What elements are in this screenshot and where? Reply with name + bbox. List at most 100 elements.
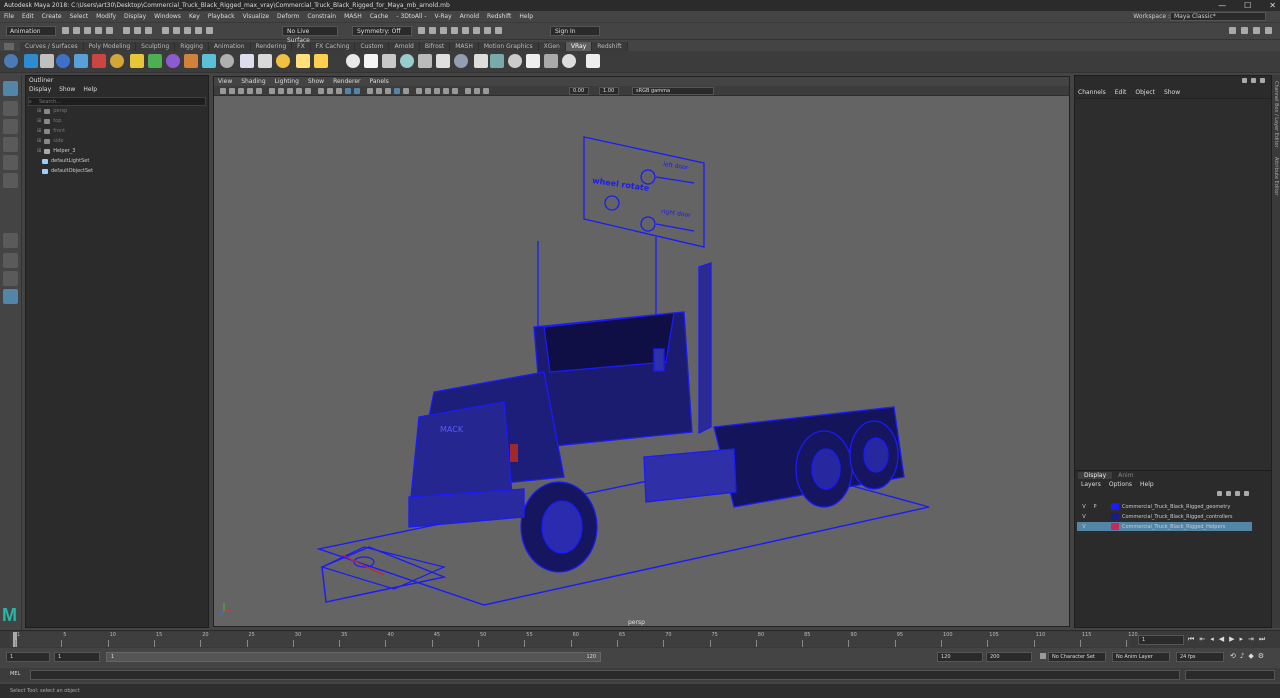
current-frame-field[interactable]: 1	[1138, 635, 1184, 645]
select-camera-icon[interactable]	[220, 88, 226, 94]
vray-clipper-icon[interactable]	[418, 54, 432, 68]
attribute-editor-side-tab[interactable]: Attribute Editor	[1273, 157, 1279, 195]
shelf-tab-bifrost[interactable]: Bifrost	[419, 42, 451, 51]
select-hierarchy-icon[interactable]	[123, 27, 130, 34]
vray-camera-icon[interactable]	[526, 54, 540, 68]
save-scene-icon[interactable]	[84, 27, 91, 34]
menu-help[interactable]: Help	[519, 13, 533, 20]
shelf-tab-custom[interactable]: Custom	[355, 42, 390, 51]
shelf-tab-rendering[interactable]: Rendering	[250, 42, 293, 51]
outliner-item[interactable]: ⊞ Helper_3	[37, 148, 75, 154]
color-space-dropdown[interactable]: sRGB gamma	[632, 87, 714, 95]
use-lights-icon[interactable]	[385, 88, 391, 94]
menu-redshift[interactable]: Redshift	[487, 13, 511, 20]
safe-action-icon[interactable]	[327, 88, 333, 94]
vray-dome-light-icon[interactable]	[184, 54, 198, 68]
menu-edit[interactable]: Edit	[22, 13, 34, 20]
menu-arnold[interactable]: Arnold	[460, 13, 479, 20]
outliner-layout-icon[interactable]	[3, 289, 18, 304]
channel-box-menu-show[interactable]: Show	[1164, 89, 1180, 96]
outliner-menu-help[interactable]: Help	[83, 86, 97, 93]
modeling-toolkit-icon[interactable]	[495, 27, 502, 34]
vray-cloud-icon[interactable]	[490, 54, 504, 68]
shelf-tab-fx-caching[interactable]: FX Caching	[310, 42, 356, 51]
film-gate-icon[interactable]	[287, 88, 293, 94]
vray-lister-icon[interactable]	[586, 54, 600, 68]
channel-box-menu-edit[interactable]: Edit	[1115, 89, 1127, 96]
textured-icon[interactable]	[376, 88, 382, 94]
new-layer-selected-icon[interactable]	[1244, 491, 1249, 496]
layer-menu-layers[interactable]: Layers	[1081, 481, 1101, 488]
playback-start-field[interactable]: 1	[54, 652, 100, 662]
select-tool-icon[interactable]	[3, 81, 18, 96]
attribute-editor-toggle-icon[interactable]	[1241, 27, 1248, 34]
gamma-field[interactable]: 1.00	[599, 87, 619, 95]
time-slider[interactable]: 1 5 10 15 20 25 30 35 40 45 50 55 60 65 70 75 80 85 90 95 10…	[0, 630, 1280, 648]
vray-fur-icon[interactable]	[110, 54, 124, 68]
motion-blur-icon[interactable]	[416, 88, 422, 94]
layer-tab-display[interactable]: Display	[1078, 472, 1113, 479]
hypershade-icon[interactable]	[451, 27, 458, 34]
bookmarks-icon[interactable]	[238, 88, 244, 94]
vray-fog-icon[interactable]	[382, 54, 396, 68]
channel-toggle-icon-c[interactable]	[1260, 78, 1265, 83]
vray-mtl-wrapper-icon[interactable]	[92, 54, 106, 68]
snap-grid-icon[interactable]	[162, 27, 169, 34]
xray-components-icon[interactable]	[465, 88, 471, 94]
exposure-field[interactable]: 0.00	[569, 87, 589, 95]
image-plane-icon[interactable]	[247, 88, 253, 94]
step-forward-key-icon[interactable]: ⇥	[1248, 635, 1254, 644]
channel-toggle-icon-b[interactable]	[1251, 78, 1256, 83]
field-chart-icon[interactable]	[318, 88, 324, 94]
viewport-menu-show[interactable]: Show	[308, 78, 324, 85]
gate-mask-icon[interactable]	[305, 88, 311, 94]
safe-title-icon[interactable]	[336, 88, 342, 94]
move-tool-icon[interactable]	[3, 137, 18, 152]
vray-mesh-light-icon[interactable]	[148, 54, 162, 68]
viewport-menu-view[interactable]: View	[218, 78, 232, 85]
vray-scene-icon[interactable]	[436, 54, 450, 68]
menu-3dtoall[interactable]: - 3DtoAll -	[396, 13, 426, 20]
layer-row[interactable]: V Commercial_Truck_Black_Rigged_controlle…	[1077, 512, 1252, 521]
anim-prefs-icon[interactable]: ⚙	[1258, 652, 1264, 660]
vray-light-select-icon[interactable]	[276, 54, 290, 68]
channel-box-side-tab[interactable]: Channel Box / Layer Editor	[1273, 81, 1279, 148]
vray-env-icon[interactable]	[454, 54, 468, 68]
vray-physical-cam-icon[interactable]	[544, 54, 558, 68]
symmetry-dropdown[interactable]: Symmetry: Off	[352, 26, 412, 36]
menu-deform[interactable]: Deform	[277, 13, 299, 20]
expand-icon[interactable]: ⊞	[37, 148, 41, 154]
two-view-layout-icon[interactable]	[3, 271, 18, 286]
channel-box-toggle-icon[interactable]	[1265, 27, 1272, 34]
modeling-toolkit-toggle-icon[interactable]	[1229, 27, 1236, 34]
menu-windows[interactable]: Windows	[154, 13, 181, 20]
ambient-occlusion-icon[interactable]	[403, 88, 409, 94]
anti-alias-icon[interactable]	[425, 88, 431, 94]
loop-icon[interactable]: ⟲	[1230, 652, 1236, 660]
playback-end-field[interactable]: 120	[937, 652, 983, 662]
menu-playback[interactable]: Playback	[208, 13, 235, 20]
live-surface-field[interactable]: No Live Surface	[282, 26, 338, 44]
depth-of-field-icon[interactable]	[483, 88, 489, 94]
shelf-tab-vray[interactable]: VRay	[565, 42, 593, 51]
vray-render-elements-icon[interactable]	[474, 54, 488, 68]
light-editor-icon[interactable]	[484, 27, 491, 34]
command-language-label[interactable]: MEL	[10, 671, 20, 677]
lasso-tool-icon[interactable]	[3, 101, 18, 116]
vray-material-icon[interactable]	[74, 54, 88, 68]
workspace-dropdown[interactable]: Maya Classic*	[1170, 12, 1266, 21]
vray-help-icon[interactable]	[508, 54, 522, 68]
xray-icon[interactable]	[443, 88, 449, 94]
outliner-item[interactable]: defaultObjectSet	[42, 168, 93, 174]
vray-subdivision-icon[interactable]	[346, 54, 360, 68]
shelf-tab-sculpting[interactable]: Sculpting	[136, 42, 176, 51]
step-back-key-icon[interactable]: ⇤	[1199, 635, 1205, 644]
resolution-gate-icon[interactable]	[296, 88, 302, 94]
play-backward-icon[interactable]: ◀	[1219, 635, 1224, 644]
vray-vfb-icon[interactable]	[56, 54, 70, 68]
vray-denoise-icon[interactable]	[562, 54, 576, 68]
new-layer-icon[interactable]	[1235, 491, 1240, 496]
render-setup-icon[interactable]	[473, 27, 480, 34]
outliner-item[interactable]: ⊞ side	[37, 138, 63, 144]
play-forward-icon[interactable]: ▶	[1229, 635, 1234, 644]
